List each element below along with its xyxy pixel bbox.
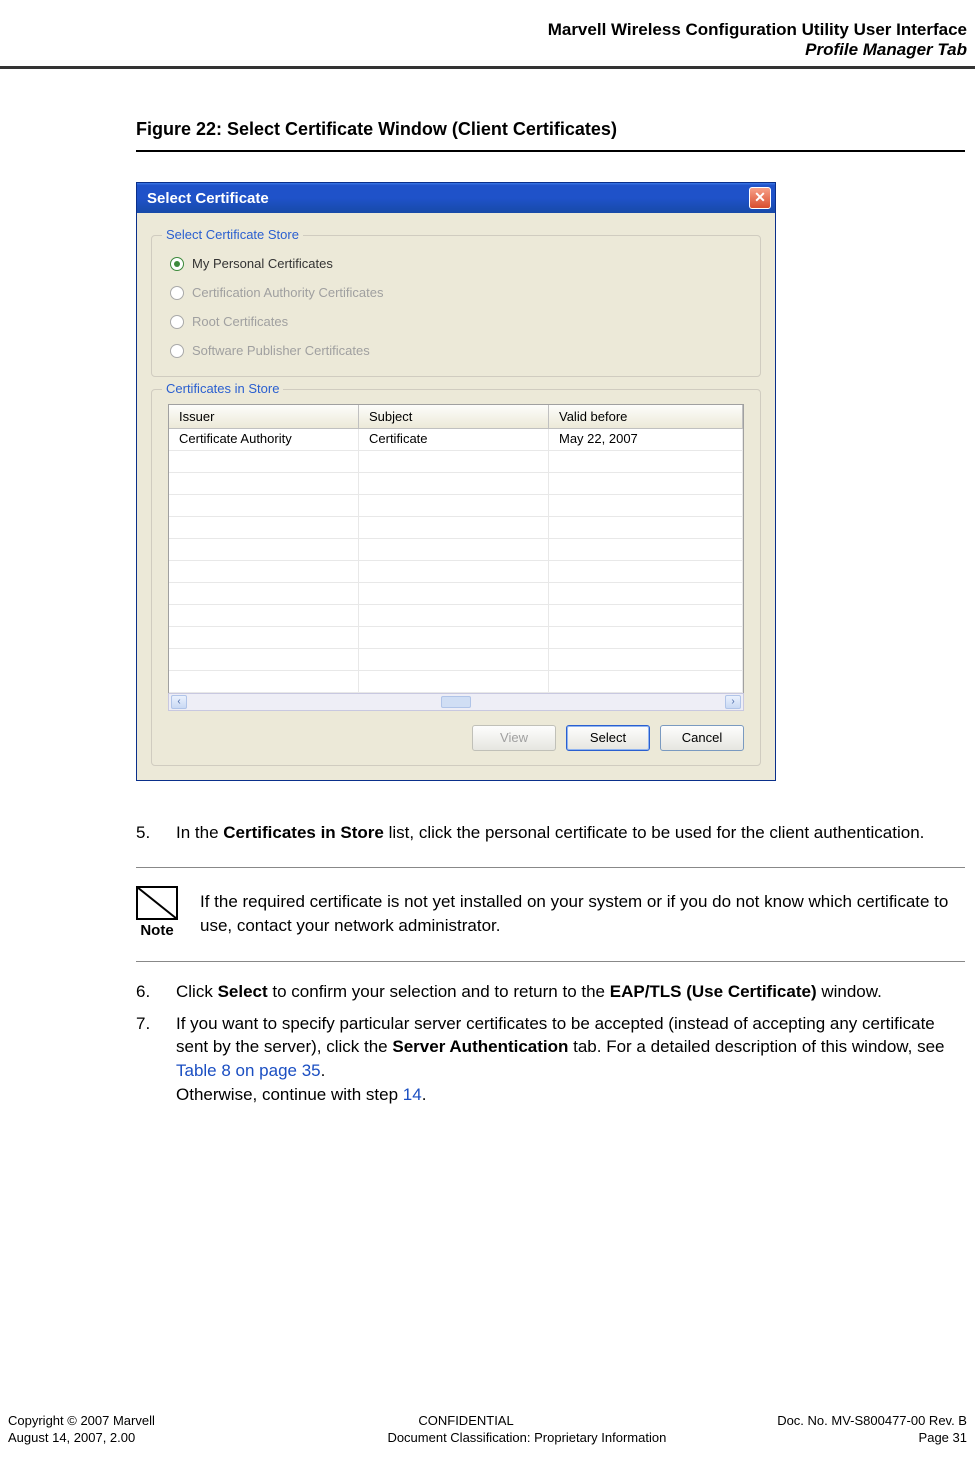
step-5: 5. In the Certificates in Store list, cl… xyxy=(136,821,965,845)
note-block: Note If the required certificate is not … xyxy=(136,886,965,939)
note-rule-bottom xyxy=(136,961,965,962)
table-header: Issuer Subject Valid before xyxy=(169,405,743,429)
note-icon xyxy=(136,886,178,920)
dialog-button-row: View Select Cancel xyxy=(168,725,744,751)
table-row[interactable] xyxy=(169,517,743,539)
scroll-right-icon[interactable]: › xyxy=(725,695,741,709)
table-row[interactable] xyxy=(169,583,743,605)
header-title: Marvell Wireless Configuration Utility U… xyxy=(0,20,967,40)
note-label: Note xyxy=(136,922,178,939)
caption-rule xyxy=(136,150,965,152)
col-issuer[interactable]: Issuer xyxy=(169,405,359,428)
cancel-button[interactable]: Cancel xyxy=(660,725,744,751)
table-row[interactable] xyxy=(169,561,743,583)
radio-icon xyxy=(170,286,184,300)
view-button[interactable]: View xyxy=(472,725,556,751)
radio-label: Root Certificates xyxy=(192,314,288,329)
cell-issuer: Certificate Authority xyxy=(169,429,359,450)
cell-subject: Certificate xyxy=(359,429,549,450)
scroll-left-icon[interactable]: ‹ xyxy=(171,695,187,709)
radio-ca-certificates[interactable]: Certification Authority Certificates xyxy=(170,285,744,300)
cell-valid-before: May 22, 2007 xyxy=(549,429,743,450)
scroll-thumb[interactable] xyxy=(441,696,471,708)
step-number: 5. xyxy=(136,821,176,845)
table-row[interactable] xyxy=(169,473,743,495)
page-footer: Copyright © 2007 Marvell CONFIDENTIAL Do… xyxy=(8,1411,967,1445)
note-rule-top xyxy=(136,867,965,868)
footer-page: Page 31 xyxy=(919,1430,967,1445)
radio-icon xyxy=(170,344,184,358)
table-8-link[interactable]: Table 8 on page 35 xyxy=(176,1061,321,1080)
step-6: 6. Click Select to confirm your selectio… xyxy=(136,980,965,1004)
certificates-in-store-group: Certificates in Store Issuer Subject Val… xyxy=(151,389,761,766)
certificates-table[interactable]: Issuer Subject Valid before Certificate … xyxy=(168,404,744,694)
radio-icon xyxy=(170,315,184,329)
footer-docno: Doc. No. MV-S800477-00 Rev. B xyxy=(777,1413,967,1428)
radio-software-publisher[interactable]: Software Publisher Certificates xyxy=(170,343,744,358)
table-row[interactable] xyxy=(169,539,743,561)
figure-caption: Figure 22: Select Certificate Window (Cl… xyxy=(136,119,965,140)
footer-classification: Document Classification: Proprietary Inf… xyxy=(387,1430,666,1445)
page-header: Marvell Wireless Configuration Utility U… xyxy=(0,20,975,69)
radio-label: Certification Authority Certificates xyxy=(192,285,383,300)
table-row[interactable] xyxy=(169,627,743,649)
radio-root-certificates[interactable]: Root Certificates xyxy=(170,314,744,329)
table-row[interactable] xyxy=(169,495,743,517)
group-store-title: Select Certificate Store xyxy=(162,227,303,242)
dialog-titlebar[interactable]: Select Certificate ✕ xyxy=(137,183,775,213)
table-row[interactable] xyxy=(169,605,743,627)
dialog-title: Select Certificate xyxy=(147,190,269,207)
select-certificate-store-group: Select Certificate Store My Personal Cer… xyxy=(151,235,761,377)
step-14-link[interactable]: 14 xyxy=(403,1085,422,1104)
footer-confidential: CONFIDENTIAL xyxy=(418,1413,513,1428)
group-list-title: Certificates in Store xyxy=(162,381,283,396)
radio-label: Software Publisher Certificates xyxy=(192,343,370,358)
table-row[interactable]: Certificate Authority Certificate May 22… xyxy=(169,429,743,451)
select-button[interactable]: Select xyxy=(566,725,650,751)
footer-copyright: Copyright © 2007 Marvell xyxy=(8,1413,155,1428)
col-subject[interactable]: Subject xyxy=(359,405,549,428)
horizontal-scrollbar[interactable]: ‹ › xyxy=(168,693,744,711)
step-number: 6. xyxy=(136,980,176,1004)
step-7: 7. If you want to specify particular ser… xyxy=(136,1012,965,1107)
header-subtitle: Profile Manager Tab xyxy=(0,40,967,60)
footer-date: August 14, 2007, 2.00 xyxy=(8,1430,135,1445)
table-row[interactable] xyxy=(169,451,743,473)
table-row[interactable] xyxy=(169,671,743,693)
table-row[interactable] xyxy=(169,649,743,671)
radio-icon xyxy=(170,257,184,271)
select-certificate-dialog: Select Certificate ✕ Select Certificate … xyxy=(136,182,776,781)
col-valid-before[interactable]: Valid before xyxy=(549,405,743,428)
note-text: If the required certificate is not yet i… xyxy=(200,886,965,938)
step-number: 7. xyxy=(136,1012,176,1107)
close-icon[interactable]: ✕ xyxy=(749,187,771,209)
radio-my-personal[interactable]: My Personal Certificates xyxy=(170,256,744,271)
radio-label: My Personal Certificates xyxy=(192,256,333,271)
